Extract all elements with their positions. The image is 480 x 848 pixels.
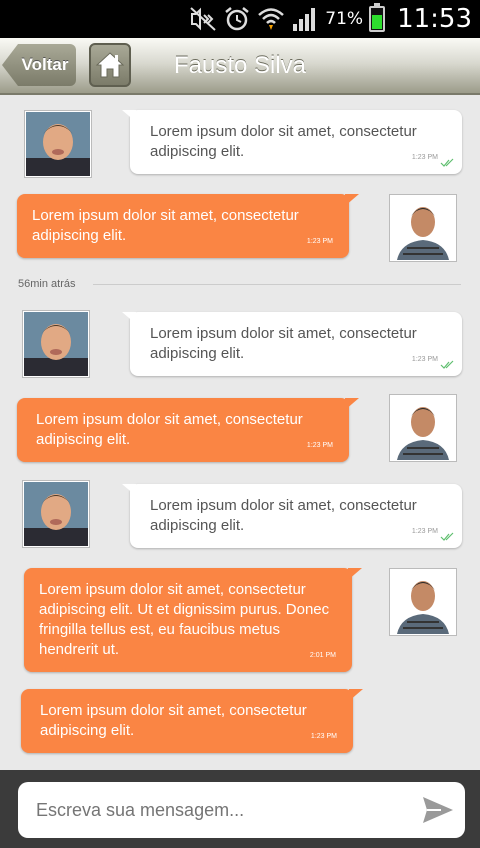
- contact-photo: [26, 112, 90, 176]
- avatar-self: [389, 194, 457, 262]
- chat-area[interactable]: Lorem ipsum dolor sit amet, consectetur …: [0, 96, 480, 770]
- wifi-icon: [258, 8, 285, 30]
- message-text: Lorem ipsum dolor sit amet, consectetur …: [150, 123, 417, 160]
- message-text: Lorem ipsum dolor sit amet, consectetur …: [150, 497, 417, 534]
- message-bubble-outgoing[interactable]: Lorem ipsum dolor sit amet, consectetur …: [21, 689, 363, 753]
- avatar-self: [389, 394, 457, 462]
- message-time: 2:01 PM: [309, 652, 336, 659]
- message-bubble-outgoing[interactable]: Lorem ipsum dolor sit amet, consectetur …: [17, 194, 359, 258]
- message-bubble-outgoing[interactable]: Lorem ipsum dolor sit amet, consectetur …: [17, 398, 359, 462]
- message-input[interactable]: [36, 792, 416, 828]
- alarm-icon: [225, 7, 250, 31]
- signal-icon: [293, 8, 316, 31]
- message-time: 1:23 PM: [411, 356, 438, 363]
- self-photo: [391, 570, 455, 634]
- app-header: Voltar Fausto Silva: [0, 38, 480, 95]
- battery-icon: [369, 3, 386, 32]
- time-separator-line: [93, 284, 461, 285]
- message-time: 1:23 PM: [411, 528, 438, 535]
- status-icons: 71% 11:53: [189, 0, 472, 38]
- contact-photo: [24, 482, 88, 546]
- time-separator-label: 56min atrás: [18, 278, 76, 290]
- message-bubble-outgoing[interactable]: Lorem ipsum dolor sit amet, consectetur …: [24, 568, 362, 672]
- status-bar: 71% 11:53: [0, 0, 480, 38]
- battery-percent: 71%: [325, 9, 364, 29]
- contact-photo: [24, 312, 88, 376]
- message-text: Lorem ipsum dolor sit amet, consectetur …: [150, 325, 417, 362]
- message-composer: [0, 770, 480, 848]
- message-bubble-incoming[interactable]: Lorem ipsum dolor sit amet, consectetur …: [122, 110, 462, 174]
- avatar-contact: [22, 480, 90, 548]
- mute-icon: [190, 7, 216, 31]
- message-input-box[interactable]: [18, 782, 465, 838]
- avatar-contact: [22, 310, 90, 378]
- message-text: Lorem ipsum dolor sit amet, consectetur …: [40, 702, 307, 739]
- send-icon[interactable]: [421, 795, 455, 825]
- self-photo: [391, 396, 455, 460]
- message-text: Lorem ipsum dolor sit amet, consectetur …: [36, 411, 303, 448]
- avatar-contact: [24, 110, 92, 178]
- message-text: Lorem ipsum dolor sit amet, consectetur …: [39, 581, 330, 658]
- page-title: Fausto Silva: [173, 52, 307, 79]
- read-check-icon: [440, 158, 454, 167]
- self-photo: [391, 196, 455, 260]
- message-time: 1:23 PM: [306, 238, 333, 245]
- message-time: 1:23 PM: [310, 733, 337, 740]
- read-check-icon: [440, 360, 454, 369]
- message-text: Lorem ipsum dolor sit amet, consectetur …: [32, 207, 299, 244]
- message-bubble-incoming[interactable]: Lorem ipsum dolor sit amet, consectetur …: [122, 312, 462, 376]
- message-bubble-incoming[interactable]: Lorem ipsum dolor sit amet, consectetur …: [122, 484, 462, 548]
- message-time: 1:23 PM: [306, 442, 333, 449]
- clock: 11:53: [397, 4, 472, 34]
- battery-fill: [372, 15, 383, 29]
- message-time: 1:23 PM: [411, 154, 438, 161]
- avatar-self: [389, 568, 457, 636]
- read-check-icon: [440, 532, 454, 541]
